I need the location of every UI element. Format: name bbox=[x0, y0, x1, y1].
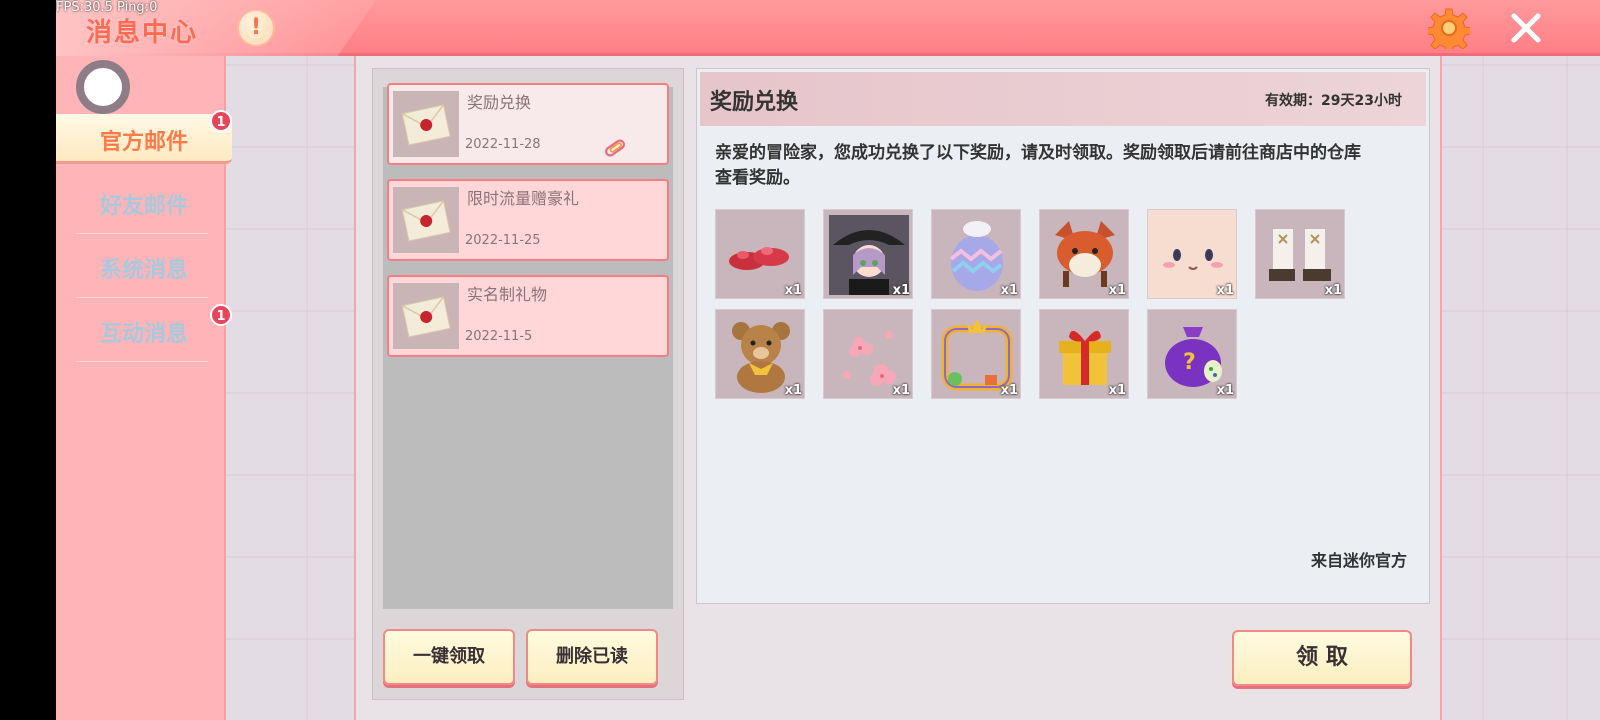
mail-title: 限时流量赠豪礼 bbox=[467, 189, 580, 208]
sidebar-item-label: 官方邮件 bbox=[100, 130, 189, 155]
gear-icon[interactable] bbox=[1428, 7, 1470, 49]
reward-item[interactable]: x1 bbox=[1147, 209, 1237, 299]
mail-date: 2022-11-28 bbox=[465, 137, 541, 152]
mail-item[interactable]: 奖励兑换 2022-11-28 bbox=[387, 83, 669, 165]
mail-list-panel: 奖励兑换 2022-11-28 限时流量赠豪礼 2022-11-25 实名制礼物… bbox=[372, 68, 684, 700]
reward-quantity: x1 bbox=[892, 383, 910, 398]
reward-quantity: x1 bbox=[1000, 383, 1018, 398]
sidebar-item-label: 互动消息 bbox=[100, 322, 189, 347]
reward-item[interactable]: x1 bbox=[1039, 309, 1129, 399]
reward-item[interactable]: x1 bbox=[1039, 209, 1129, 299]
sidebar: 官方邮件 1 好友邮件 系统消息 互动消息 1 bbox=[56, 56, 232, 720]
avatar[interactable] bbox=[76, 60, 130, 114]
reward-item[interactable]: x1 bbox=[715, 209, 805, 299]
divider bbox=[76, 233, 208, 234]
claim-button[interactable]: 领 取 bbox=[1232, 630, 1412, 686]
reward-item[interactable]: x1 bbox=[1255, 209, 1345, 299]
reward-quantity: x1 bbox=[1108, 283, 1126, 298]
reward-quantity: x1 bbox=[1324, 283, 1342, 298]
reward-item[interactable]: x1 bbox=[931, 209, 1021, 299]
notification-badge: 1 bbox=[210, 110, 232, 132]
mail-detail-panel: 奖励兑换 有效期：29天23小时 亲爱的冒险家，您成功兑换了以下奖励，请及时领取… bbox=[696, 68, 1430, 604]
reward-quantity: x1 bbox=[784, 383, 802, 398]
mail-item[interactable]: 限时流量赠豪礼 2022-11-25 bbox=[387, 179, 669, 261]
mail-detail-title: 奖励兑换 bbox=[710, 90, 799, 115]
delete-read-button[interactable]: 删除已读 bbox=[526, 629, 658, 685]
close-icon[interactable] bbox=[1508, 10, 1544, 46]
sidebar-item-system-messages[interactable]: 系统消息 bbox=[56, 242, 232, 298]
mail-body: 亲爱的冒险家，您成功兑换了以下奖励，请及时领取。奖励领取后请前往商店中的仓库查看… bbox=[715, 143, 1361, 188]
envelope-icon bbox=[393, 187, 459, 253]
fps-overlay: FPS:30.5 Ping:0 bbox=[56, 0, 158, 15]
reward-item[interactable]: x1 bbox=[823, 209, 913, 299]
mail-title: 奖励兑换 bbox=[467, 93, 532, 112]
mail-item[interactable]: 实名制礼物 2022-11-5 bbox=[387, 275, 669, 357]
notification-badge: 1 bbox=[210, 304, 232, 326]
reward-quantity: x1 bbox=[1108, 383, 1126, 398]
reward-quantity: x1 bbox=[1216, 383, 1234, 398]
envelope-icon bbox=[393, 283, 459, 349]
reward-quantity: x1 bbox=[1216, 283, 1234, 298]
mail-date: 2022-11-5 bbox=[465, 329, 533, 344]
sidebar-item-friend-mail[interactable]: 好友邮件 bbox=[56, 178, 232, 234]
mail-title: 实名制礼物 bbox=[467, 285, 548, 304]
divider bbox=[76, 361, 208, 362]
divider bbox=[76, 297, 208, 298]
sidebar-item-official-mail[interactable]: 官方邮件 bbox=[56, 114, 232, 164]
claim-all-button[interactable]: 一键领取 bbox=[383, 629, 515, 685]
reward-item[interactable]: ? x1 bbox=[1147, 309, 1237, 399]
reward-item[interactable]: x1 bbox=[931, 309, 1021, 399]
mail-list: 奖励兑换 2022-11-28 限时流量赠豪礼 2022-11-25 实名制礼物… bbox=[383, 83, 673, 609]
top-bar: 消息中心 ! bbox=[56, 0, 1600, 56]
main-panel: 奖励兑换 2022-11-28 限时流量赠豪礼 2022-11-25 实名制礼物… bbox=[354, 56, 1442, 720]
message-center-screen: 消息中心 ! 官方邮件 1 好友邮件 系统消息 互动消息 1 奖励兑换 2022… bbox=[56, 0, 1600, 720]
reward-quantity: x1 bbox=[784, 283, 802, 298]
sidebar-item-interaction-messages[interactable]: 互动消息 bbox=[56, 306, 232, 362]
envelope-icon bbox=[393, 91, 459, 157]
sidebar-item-label: 系统消息 bbox=[100, 258, 189, 283]
notice-icon[interactable]: ! bbox=[237, 9, 275, 47]
attachment-clip-icon bbox=[604, 139, 626, 157]
mail-detail-header: 奖励兑换 有效期：29天23小时 bbox=[700, 72, 1426, 126]
page-title: 消息中心 bbox=[86, 18, 199, 48]
reward-quantity: x1 bbox=[892, 283, 910, 298]
reward-item[interactable]: x1 bbox=[823, 309, 913, 399]
sender-text: 来自迷你官方 bbox=[1310, 551, 1407, 570]
reward-item[interactable]: x1 bbox=[715, 309, 805, 399]
validity-text: 有效期：29天23小时 bbox=[1265, 93, 1402, 109]
mail-date: 2022-11-25 bbox=[465, 233, 541, 248]
reward-quantity: x1 bbox=[1000, 283, 1018, 298]
sidebar-item-label: 好友邮件 bbox=[100, 194, 189, 219]
svg-text:?: ? bbox=[1183, 350, 1196, 375]
